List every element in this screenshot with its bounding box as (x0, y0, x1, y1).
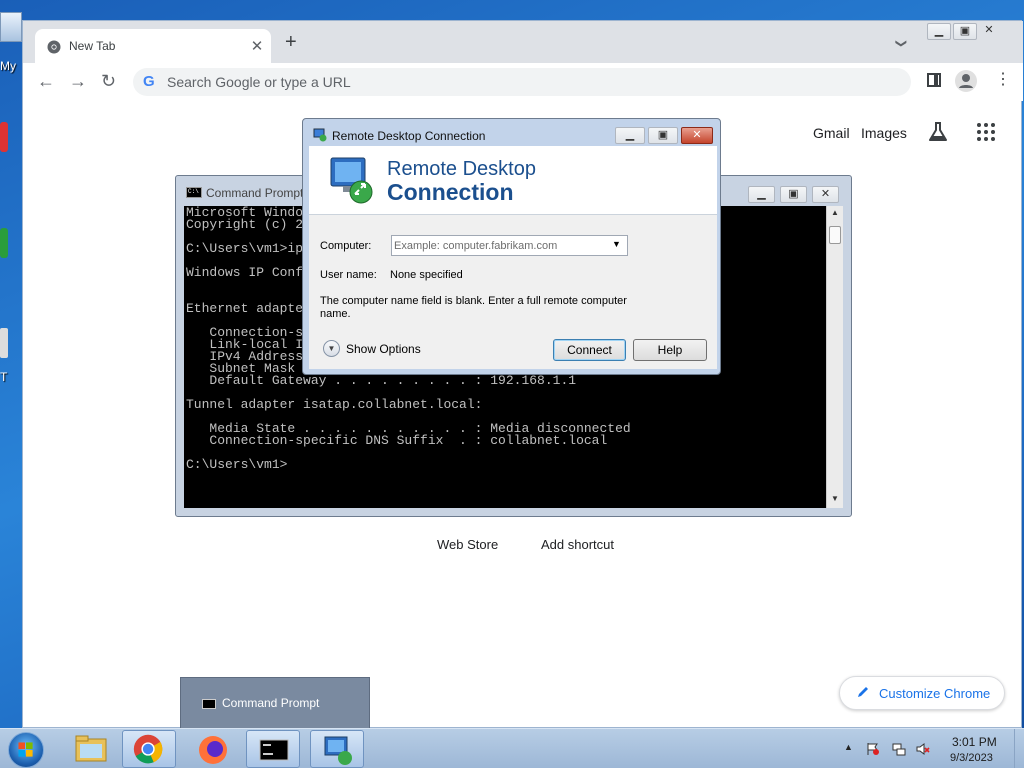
username-label: User name: (320, 269, 377, 281)
show-hidden-icons-icon[interactable]: ▲ (844, 742, 858, 756)
remote-desktop-monitor-icon (330, 157, 373, 204)
remote-desktop-dialog[interactable]: Remote Desktop Connection ▁ ▣ ✕ Remote D… (302, 118, 721, 375)
google-icon: G (143, 73, 155, 90)
computer-combobox[interactable]: ▼ (391, 235, 628, 256)
start-button[interactable] (8, 732, 44, 768)
banner-title-line1: Remote Desktop (387, 158, 536, 180)
taskbar-preview-popup[interactable]: Command Prompt (180, 677, 370, 730)
explorer-taskbar-button[interactable] (64, 730, 118, 768)
show-desktop-button[interactable] (1014, 729, 1024, 768)
firefox-icon (199, 736, 227, 764)
folder-icon (75, 735, 107, 762)
forward-arrow-icon[interactable]: → (69, 71, 87, 91)
cmd-taskbar-button[interactable] (246, 730, 300, 768)
side-panel-icon[interactable] (927, 73, 941, 87)
images-link[interactable]: Images (861, 125, 907, 141)
minimize-button[interactable]: ▁ (615, 127, 645, 144)
app-desktop-icon[interactable] (0, 328, 8, 358)
show-options-link[interactable]: Show Options (346, 342, 421, 356)
close-tab-icon[interactable]: ✕ (249, 37, 265, 55)
windows-logo-icon (18, 742, 33, 757)
more-menu-icon[interactable]: ⋮ (995, 72, 1011, 88)
cmd-icon (259, 739, 289, 761)
profile-avatar-icon[interactable] (955, 70, 977, 92)
scroll-down-icon[interactable]: ▼ (831, 494, 839, 503)
pencil-icon (858, 687, 868, 697)
gmail-link[interactable]: Gmail (813, 125, 850, 141)
remote-desktop-taskbar-button[interactable] (310, 730, 364, 768)
computer-label: Computer: (320, 240, 372, 252)
apps-grid-icon[interactable] (977, 123, 997, 143)
maximize-button[interactable]: ▣ (780, 186, 807, 203)
customize-chrome-label: Customize Chrome (879, 686, 991, 701)
desktop-icon-label: My (0, 59, 16, 73)
vertical-scrollbar[interactable]: ▲ ▼ (826, 206, 843, 508)
console-line: C:\Users\vm1> (186, 457, 288, 472)
show-options-chevron-icon[interactable]: ▼ (323, 340, 340, 357)
clock-time[interactable]: 3:01 PM (952, 735, 997, 749)
toolbar: ← → ↻ G ⋮ (23, 63, 1023, 101)
taskbar: ▲ 3:01 PM 9/3/2023 (0, 728, 1024, 768)
tab-new-tab[interactable]: New Tab ✕ (35, 29, 271, 63)
chevron-down-icon[interactable]: ❯ (895, 39, 908, 48)
close-button[interactable]: ✕ (812, 186, 839, 203)
customize-chrome-button[interactable]: Customize Chrome (839, 676, 1005, 710)
scroll-thumb[interactable] (829, 226, 841, 244)
dialog-body: Computer: ▼ User name: None specified Th… (309, 214, 717, 369)
computer-desktop-icon[interactable] (0, 12, 22, 42)
maximize-button[interactable]: ▣ (953, 23, 977, 40)
omnibox[interactable]: G (133, 68, 911, 96)
remote-desktop-icon (324, 736, 352, 765)
dialog-banner: Remote Desktop Connection (309, 146, 717, 214)
console-line: Tunnel adapter isatap.collabnet.local: (186, 397, 483, 412)
tab-title: New Tab (69, 39, 116, 53)
chrome-tab-icon (47, 40, 61, 54)
validation-message: The computer name field is blank. Enter … (320, 295, 627, 320)
action-center-flag-icon[interactable] (866, 742, 880, 756)
maximize-button[interactable]: ▣ (648, 127, 678, 144)
chrome-taskbar-button[interactable] (122, 730, 176, 768)
reload-icon[interactable]: ↻ (101, 71, 116, 91)
add-shortcut[interactable]: Add shortcut (541, 537, 614, 552)
search-input[interactable] (167, 68, 867, 96)
chrome-icon (133, 734, 163, 764)
new-tab-button[interactable]: + (285, 32, 297, 52)
volume-muted-icon[interactable] (916, 742, 930, 756)
console-line: Default Gateway . . . . . . . . . : 192.… (186, 373, 577, 388)
tab-strip: New Tab ✕ + ❯ ▁ ▣ ✕ (23, 21, 1023, 63)
help-button[interactable]: Help (633, 339, 707, 361)
window-title: Command Prompt (206, 186, 304, 200)
network-icon[interactable] (892, 742, 906, 756)
dialog-title: Remote Desktop Connection (332, 129, 486, 143)
back-arrow-icon[interactable]: ← (37, 71, 55, 91)
remote-desktop-icon (313, 128, 327, 142)
minimize-button[interactable]: ▁ (748, 186, 775, 203)
preview-label: Command Prompt (222, 696, 320, 710)
banner-title-line2: Connection (387, 179, 514, 205)
clock-date[interactable]: 9/3/2023 (950, 752, 993, 764)
labs-flask-icon[interactable] (927, 121, 949, 143)
close-button[interactable]: ✕ (681, 127, 713, 144)
console-line: Connection-specific DNS Suffix . : colla… (186, 433, 608, 448)
computer-field[interactable] (394, 236, 604, 255)
app-desktop-icon[interactable] (0, 228, 8, 258)
dropdown-arrow-icon[interactable]: ▼ (612, 239, 621, 249)
username-value: None specified (390, 269, 463, 281)
web-store-shortcut[interactable]: Web Store (437, 537, 498, 552)
minimize-button[interactable]: ▁ (927, 23, 951, 40)
close-button[interactable]: ✕ (979, 23, 999, 40)
firefox-taskbar-button[interactable] (186, 730, 240, 768)
scroll-up-icon[interactable]: ▲ (831, 208, 839, 217)
app-desktop-icon[interactable] (0, 122, 8, 152)
cmd-icon: C:\ (186, 187, 202, 198)
desktop-icon-label: T (0, 370, 8, 384)
cmd-icon (202, 699, 216, 709)
connect-button[interactable]: Connect (553, 339, 626, 361)
